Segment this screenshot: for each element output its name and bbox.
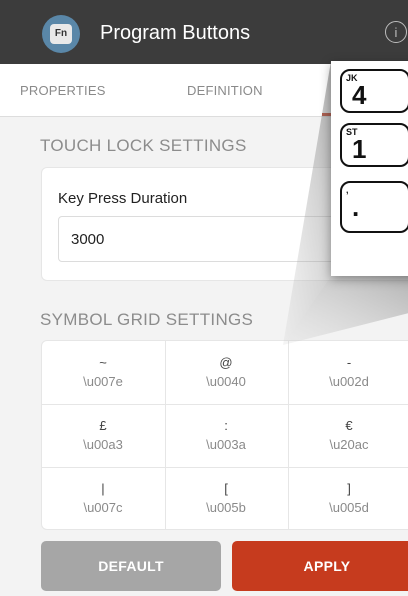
app-frame: Fn Program Buttons i PROPERTIES DEFINITI… — [0, 0, 408, 596]
zoom-key: JK 4 — [340, 69, 408, 113]
zoom-key-small: , — [346, 185, 349, 195]
zoom-key: , . — [340, 181, 408, 233]
zoom-key: ST 1 — [340, 123, 408, 167]
zoom-key-big: . — [352, 192, 360, 222]
zoom-key-big: 1 — [352, 134, 367, 164]
zoom-key-big: 4 — [352, 80, 367, 110]
keypad-magnifier: JK 4 ST 1 , . — [331, 61, 408, 276]
